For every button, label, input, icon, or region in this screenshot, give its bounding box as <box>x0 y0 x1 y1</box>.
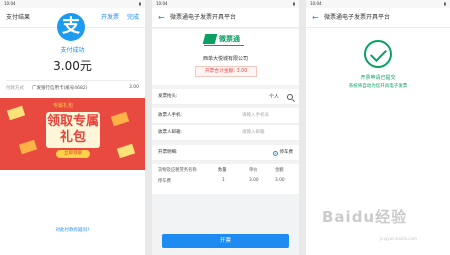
brand-underline <box>204 45 244 46</box>
payment-method-row: 付款方式 广发银行信用卡(尾号4682) 3.00 <box>6 85 139 91</box>
back-arrow-icon[interactable]: ← <box>312 8 319 28</box>
table-header: 单价 <box>249 168 258 173</box>
top-bar: ← 微票通电子发票开具平台 <box>306 8 450 28</box>
screen-divider <box>145 0 152 255</box>
table-header: 数量 <box>218 168 227 173</box>
detail-row: 开票明细: 停车费 <box>152 145 299 161</box>
pay-status: 支付成功 <box>60 47 85 54</box>
radio-selected-icon <box>272 150 278 156</box>
screen-divider <box>299 0 306 255</box>
auto-issue-message: 系统将自动为您开具电子发票 <box>348 84 408 89</box>
issue-invoice-button[interactable]: 开票 <box>162 234 289 248</box>
brand-name: 微票通 <box>219 35 240 43</box>
invoice-title-input[interactable]: 个人 <box>269 89 279 105</box>
divider <box>6 80 139 81</box>
table-cell: 3.00 <box>249 178 259 183</box>
back-arrow-icon[interactable]: ← <box>158 8 165 28</box>
invoice-title-row: 发票抬头: 个人 <box>152 89 299 105</box>
success-check-icon <box>364 40 392 68</box>
top-bar: ← 微票通电子发票开具平台 <box>152 8 299 28</box>
submitted-message: 开票申请已提交 <box>360 75 396 81</box>
radio-label: 停车费 <box>279 150 294 155</box>
email-input[interactable]: 请输入邮箱 <box>242 125 265 141</box>
done-link[interactable]: 完成 <box>127 14 139 21</box>
phone-row: 收票人手机: 请输入手机号 <box>152 108 299 124</box>
promo-banner[interactable]: 专属礼包 领取专属礼包 立即领取 <box>0 98 145 170</box>
search-icon[interactable] <box>287 94 293 100</box>
promo-claim-button[interactable]: 立即领取 <box>56 150 90 158</box>
detail-label: 开票明细: <box>158 150 178 155</box>
battery-icon: ▮ <box>443 1 446 6</box>
table-cell: 3.00 <box>275 178 285 183</box>
paid-amount: 3.00元 <box>53 59 92 73</box>
table-cell: 1 <box>222 178 225 183</box>
payment-result-screen: 10:04 ▮ 支付结果 开发票 完成 支 支付成功 3.00元 付款方式 广发… <box>0 0 145 255</box>
page-title: 微票通电子发票开具平台 <box>324 14 391 21</box>
status-bar: 10:04 ▮ <box>152 0 299 8</box>
invoice-form-screen: 10:04 ▮ ← 微票通电子发票开具平台 微票通 西单大悦城有限公司 开票合计… <box>152 0 299 255</box>
table-header: 金额 <box>275 168 284 173</box>
alipay-logo-icon: 支 <box>57 13 85 41</box>
brand-logo: 微票通 <box>202 34 240 44</box>
promo-title: 领取专属礼包 <box>46 112 100 148</box>
status-time: 10:04 <box>156 1 168 6</box>
phone-label: 收票人手机: <box>158 113 183 118</box>
baidu-watermark: Baidu经验 <box>322 208 408 226</box>
payment-question-link[interactable]: 对此付款有疑问? <box>0 227 145 233</box>
coupon-decoration-icon <box>116 143 136 159</box>
method-label: 付款方式 <box>6 86 24 91</box>
status-time: 10:04 <box>4 1 16 6</box>
table-cell: 停车费 <box>158 179 171 184</box>
email-row: 收票人邮箱: 请输入邮箱 <box>152 125 299 141</box>
company-name: 西单大悦城有限公司 <box>202 56 248 62</box>
baidu-watermark-url: jingyan.baidu.com <box>380 236 417 241</box>
page-title: 微票通电子发票开具平台 <box>170 14 237 21</box>
coupon-decoration-icon <box>18 139 38 155</box>
method-value: 广发银行信用卡(尾号4682) <box>32 86 88 91</box>
coupon-decoration-icon <box>6 105 26 121</box>
invoice-link[interactable]: 开发票 <box>101 14 119 21</box>
merchant-card: 微票通 西单大悦城有限公司 开票合计金额: 3.00 <box>152 29 299 85</box>
invoice-total: 开票合计金额: 3.00 <box>195 66 257 77</box>
battery-icon: ▮ <box>138 1 141 6</box>
status-bar: 10:04 ▮ <box>306 0 450 8</box>
battery-icon: ▮ <box>292 1 295 6</box>
top-links: 开发票 完成 <box>95 8 139 28</box>
parking-fee-radio[interactable]: 停车费 <box>272 150 294 156</box>
page-title: 支付结果 <box>6 14 31 21</box>
invoice-title-label: 发票抬头: <box>158 94 178 99</box>
invoice-items-table: 货物及应税劳务名称 数量 单价 金额 停车费 1 3.00 3.00 <box>152 164 299 194</box>
method-amount: 3.00 <box>128 85 139 90</box>
status-time: 10:04 <box>310 1 322 6</box>
phone-input[interactable]: 请输入手机号 <box>242 108 269 124</box>
status-bar: 10:04 ▮ <box>0 0 145 8</box>
coupon-decoration-icon <box>110 111 130 127</box>
table-header: 货物及应税劳务名称 <box>158 168 197 173</box>
email-label: 收票人邮箱: <box>158 130 183 135</box>
brand-mark-icon <box>202 34 218 44</box>
promo-tag: 专属礼包 <box>53 103 74 109</box>
